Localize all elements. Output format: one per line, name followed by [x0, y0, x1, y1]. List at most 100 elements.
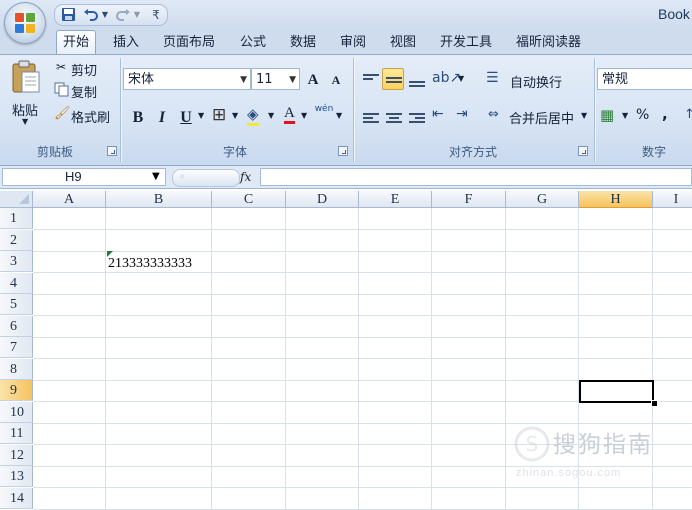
percent-style-button[interactable]: % — [636, 107, 649, 123]
column-header-b[interactable]: B — [106, 191, 212, 208]
tab-data[interactable]: 数据 — [290, 32, 316, 53]
tab-review[interactable]: 审阅 — [340, 32, 366, 53]
grid-row-line — [33, 293, 692, 295]
tab-developer[interactable]: 开发工具 — [440, 32, 492, 53]
accounting-format-icon[interactable]: ▦ — [600, 106, 614, 124]
phonetic-icon[interactable]: wén — [314, 104, 334, 114]
row-header-13[interactable]: 13 — [0, 466, 33, 487]
fill-handle[interactable] — [651, 400, 658, 407]
tab-view[interactable]: 视图 — [390, 32, 416, 53]
column-header-g[interactable]: G — [506, 191, 579, 208]
column-header-f[interactable]: F — [432, 191, 506, 208]
increase-indent-icon[interactable]: ⇥ — [456, 106, 468, 122]
redo-dropdown-icon[interactable]: ▼ — [132, 6, 142, 24]
column-header-i[interactable]: I — [653, 191, 692, 208]
office-button[interactable] — [4, 2, 46, 44]
active-cell-h9[interactable] — [579, 380, 654, 403]
redo-icon[interactable] — [115, 8, 131, 22]
orientation-dropdown-icon[interactable]: ▼ — [458, 74, 464, 83]
row-header-7[interactable]: 7 — [0, 337, 33, 358]
row-header-3[interactable]: 3 — [0, 251, 33, 272]
row-header-4[interactable]: 4 — [0, 272, 33, 294]
accounting-dropdown-icon[interactable]: ▼ — [622, 111, 628, 120]
tab-page-layout[interactable]: 页面布局 — [163, 32, 215, 53]
select-all-button[interactable] — [0, 191, 33, 208]
column-header-e[interactable]: E — [359, 191, 432, 208]
row-header-6[interactable]: 6 — [0, 315, 33, 337]
orientation-icon[interactable]: ab↗ — [432, 70, 461, 86]
borders-icon[interactable]: ⊞ — [212, 105, 226, 125]
column-header-a[interactable]: A — [33, 191, 106, 208]
tab-foxit-reader[interactable]: 福昕阅读器 — [516, 32, 581, 53]
row-header-14[interactable]: 14 — [0, 487, 33, 509]
watermark-text: 搜狗指南 — [553, 432, 653, 458]
insert-function-icon[interactable]: fx — [240, 168, 251, 186]
align-middle-button[interactable] — [382, 68, 404, 90]
align-top-button[interactable] — [359, 68, 381, 90]
bold-button[interactable]: B — [128, 106, 148, 128]
row-header-1[interactable]: 1 — [0, 208, 33, 229]
chevron-down-icon: ▼ — [240, 75, 247, 85]
alignment-launcher-icon[interactable] — [578, 146, 588, 156]
italic-button[interactable]: I — [152, 106, 172, 128]
phonetic-dropdown-icon[interactable]: ▼ — [336, 111, 342, 120]
increase-decimal-icon[interactable]: ↑ — [684, 107, 692, 122]
align-left-button[interactable] — [359, 106, 381, 128]
borders-dropdown-icon[interactable]: ▼ — [232, 111, 238, 120]
column-header-d[interactable]: D — [286, 191, 359, 208]
save-icon[interactable] — [61, 7, 76, 22]
row-header-8[interactable]: 8 — [0, 358, 33, 380]
grid-column-line — [652, 208, 653, 510]
tab-insert[interactable]: 插入 — [113, 32, 139, 53]
fill-color-dropdown-icon[interactable]: ▼ — [268, 111, 274, 120]
undo-icon[interactable] — [83, 8, 99, 22]
merge-dropdown-icon[interactable]: ▼ — [581, 111, 587, 120]
row-header-12[interactable]: 12 — [0, 444, 33, 466]
customize-qat-icon[interactable]: ₹ — [150, 6, 162, 24]
grow-font-button[interactable]: A — [302, 68, 324, 90]
font-size-combo[interactable]: 11 ▼ — [251, 68, 300, 90]
undo-dropdown-icon[interactable]: ▼ — [100, 6, 110, 24]
format-painter-button[interactable]: 格式刷 — [71, 107, 110, 126]
name-box[interactable]: H9 — [2, 168, 166, 186]
row-header-5[interactable]: 5 — [0, 294, 33, 315]
row-header-9[interactable]: 9 — [0, 380, 33, 401]
formula-bar-splitter[interactable]: ◦ — [172, 169, 240, 187]
comma-style-button[interactable]: , — [662, 105, 668, 123]
align-center-button[interactable] — [382, 106, 404, 128]
merge-center-button[interactable]: 合并后居中 — [509, 108, 574, 127]
formula-input[interactable] — [260, 168, 692, 186]
row-header-11[interactable]: 11 — [0, 423, 33, 444]
underline-button[interactable]: U — [176, 106, 196, 128]
number-format-combo[interactable]: 常规 — [597, 68, 692, 90]
cut-button[interactable]: 剪切 — [71, 60, 97, 79]
grid-column-line — [578, 208, 579, 510]
font-launcher-icon[interactable] — [338, 146, 348, 156]
underline-dropdown-icon[interactable]: ▼ — [198, 111, 204, 120]
column-header-c[interactable]: C — [212, 191, 286, 208]
decrease-indent-icon[interactable]: ⇤ — [432, 106, 444, 122]
font-color-icon[interactable]: A — [284, 105, 295, 124]
column-header-h[interactable]: H — [579, 191, 653, 208]
clipboard-launcher-icon[interactable] — [107, 146, 117, 156]
shrink-font-button[interactable]: A — [325, 68, 347, 90]
row-header-10[interactable]: 10 — [0, 401, 33, 423]
copy-button[interactable]: 复制 — [71, 82, 97, 101]
fill-color-icon[interactable]: ◈ — [247, 105, 259, 126]
format-painter-icon: 🖌 — [54, 106, 71, 121]
cell-b3[interactable]: 213333333333 — [106, 254, 192, 274]
align-bottom-button[interactable] — [405, 68, 427, 90]
tab-formulas[interactable]: 公式 — [240, 32, 266, 53]
tab-home[interactable]: 开始 — [56, 30, 97, 55]
align-right-button[interactable] — [405, 106, 427, 128]
worksheet-grid[interactable] — [0, 190, 692, 510]
font-name-combo[interactable]: 宋体 ▼ — [123, 68, 251, 90]
row-header-2[interactable]: 2 — [0, 229, 33, 251]
name-box-dropdown-icon[interactable]: ▼ — [152, 168, 160, 186]
wrap-text-button[interactable]: 自动换行 — [510, 72, 562, 91]
font-color-dropdown-icon[interactable]: ▼ — [301, 111, 307, 120]
paste-icon[interactable] — [10, 60, 42, 94]
grid-column-line — [358, 208, 359, 510]
grid-row-line — [33, 487, 692, 488]
paste-dropdown-icon[interactable]: ▼ — [22, 117, 28, 126]
